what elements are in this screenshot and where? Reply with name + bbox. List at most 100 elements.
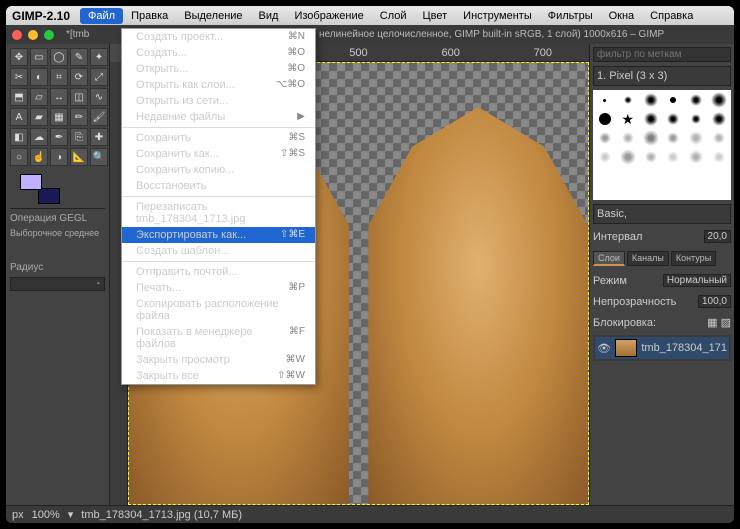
app-name: GIMP-2.10 [12, 9, 70, 23]
visibility-icon[interactable]: 👁 [597, 342, 611, 355]
brush-filter-input[interactable] [593, 47, 731, 62]
tool-bucket[interactable]: ▰ [30, 108, 48, 126]
tool-flip[interactable]: ↔ [50, 88, 68, 106]
menu-item[interactable]: Перезаписать tmb_178304_1713.jpg [122, 199, 315, 227]
menu-layer[interactable]: Слой [372, 8, 415, 24]
menu-image[interactable]: Изображение [286, 8, 371, 24]
fg-bg-colors[interactable] [20, 174, 60, 204]
menu-color[interactable]: Цвет [415, 8, 456, 24]
menu-item[interactable]: Сохранить копию... [122, 162, 315, 178]
tool-foreground[interactable]: ◐ [30, 68, 48, 86]
menu-help[interactable]: Справка [642, 8, 701, 24]
tool-pencil[interactable]: ✏ [70, 108, 88, 126]
menu-view[interactable]: Вид [251, 8, 287, 24]
fg-color[interactable] [20, 174, 42, 190]
radius-slider[interactable]: - [10, 277, 105, 291]
interval-value[interactable]: 20,0 [704, 230, 731, 243]
tab-paths[interactable]: Контуры [671, 251, 716, 266]
layers-list: 👁 tmb_178304_171 [593, 335, 731, 361]
tab-channels[interactable]: Каналы [627, 251, 669, 266]
menu-filters[interactable]: Фильтры [540, 8, 601, 24]
window-title-suffix: 3B 8 бит, нелинейное целочисленное, GIMP… [275, 29, 664, 40]
menu-item[interactable]: Создать...⌘O [122, 45, 315, 61]
menu-item[interactable]: Печать...⌘P [122, 280, 315, 296]
tool-blur[interactable]: ○ [10, 148, 28, 166]
gimp-window: GIMP-2.10 Файл Правка Выделение Вид Изоб… [6, 6, 734, 523]
tool-free-select[interactable]: ✎ [70, 48, 88, 66]
menu-select[interactable]: Выделение [176, 8, 250, 24]
tool-text[interactable]: A [10, 108, 28, 126]
tool-ellipse-select[interactable]: ◯ [50, 48, 68, 66]
tool-scissors[interactable]: ✂ [10, 68, 28, 86]
tool-rect-select[interactable]: ▭ [30, 48, 48, 66]
menu-item[interactable]: Недавние файлы▶ [122, 109, 315, 125]
image-content-right [368, 107, 588, 504]
menu-item[interactable]: Сохранить⌘S [122, 130, 315, 146]
menu-windows[interactable]: Окна [601, 8, 643, 24]
toolbox: ✥ ▭ ◯ ✎ ✦ ✂ ◐ ⌗ ⟳ ⤢ ⬒ ▱ ↔ ◫ ∿ A ▰ ▦ ✏ 🖌 [6, 44, 110, 505]
layer-name: tmb_178304_171 [641, 342, 727, 354]
tool-rotate[interactable]: ⟳ [70, 68, 88, 86]
menu-item[interactable]: Создать шаблон... [122, 243, 315, 259]
tool-eraser[interactable]: ◧ [10, 128, 28, 146]
menu-item[interactable]: Открыть из сети... [122, 93, 315, 109]
radius-label: Радиус [10, 262, 105, 273]
brush-grid[interactable]: ★ [593, 90, 731, 200]
tool-perspective[interactable]: ▱ [30, 88, 48, 106]
status-zoom[interactable]: 100% [32, 509, 60, 521]
tool-gradient[interactable]: ▦ [50, 108, 68, 126]
tool-smudge[interactable]: ☝ [30, 148, 48, 166]
menu-item[interactable]: Скопировать расположение файла [122, 296, 315, 324]
statusbar: px 100% ▾ tmb_178304_1713.jpg (10,7 МБ) [6, 505, 734, 523]
tool-clone[interactable]: ⎘ [70, 128, 88, 146]
window-title-prefix: *[tmb [66, 29, 89, 40]
tool-ink[interactable]: ✒ [50, 128, 68, 146]
lock-icons[interactable]: ▦ ▨ [707, 316, 731, 329]
tool-grid: ✥ ▭ ◯ ✎ ✦ ✂ ◐ ⌗ ⟳ ⤢ ⬒ ▱ ↔ ◫ ∿ A ▰ ▦ ✏ 🖌 [10, 48, 105, 166]
maximize-icon[interactable] [44, 30, 54, 40]
brush-label: 1. Pixel (3 x 3) [593, 66, 731, 86]
tool-move[interactable]: ✥ [10, 48, 28, 66]
minimize-icon[interactable] [28, 30, 38, 40]
menu-item[interactable]: Создать проект...⌘N [122, 29, 315, 45]
tool-options: Операция GEGL Выборочное среднее Радиус … [10, 208, 105, 291]
menu-item[interactable]: Открыть...⌘O [122, 61, 315, 77]
brush-set-label[interactable]: Basic, [593, 204, 731, 224]
tool-brush[interactable]: 🖌 [90, 108, 108, 126]
layer-row[interactable]: 👁 tmb_178304_171 [595, 337, 729, 359]
tool-airbrush[interactable]: ☁ [30, 128, 48, 146]
menu-item[interactable]: Закрыть все⇧⌘W [122, 368, 315, 384]
tool-cage[interactable]: ◫ [70, 88, 88, 106]
close-icon[interactable] [12, 30, 22, 40]
tool-dodge[interactable]: ◑ [50, 148, 68, 166]
tool-zoom[interactable]: 🔍 [90, 148, 108, 166]
tab-layers[interactable]: Слои [593, 251, 625, 266]
menu-item[interactable]: Восстановить [122, 178, 315, 194]
layer-thumbnail [615, 339, 637, 357]
menu-item[interactable]: Открыть как слои...⌥⌘O [122, 77, 315, 93]
menu-item[interactable]: Закрыть просмотр⌘W [122, 352, 315, 368]
tool-scale[interactable]: ⤢ [90, 68, 108, 86]
menu-item[interactable]: Показать в менеджере файлов⌘F [122, 324, 315, 352]
menu-file[interactable]: Файл [80, 8, 123, 24]
tool-shear[interactable]: ⬒ [10, 88, 28, 106]
status-filename: tmb_178304_1713.jpg (10,7 МБ) [81, 509, 242, 521]
main-body: ✥ ▭ ◯ ✎ ✦ ✂ ◐ ⌗ ⟳ ⤢ ⬒ ▱ ↔ ◫ ∿ A ▰ ▦ ✏ 🖌 [6, 44, 734, 505]
tool-warp[interactable]: ∿ [90, 88, 108, 106]
tool-heal[interactable]: ✚ [90, 128, 108, 146]
menu-item[interactable]: Отправить почтой... [122, 264, 315, 280]
opacity-value[interactable]: 100,0 [698, 295, 731, 308]
layer-tabs: Слои Каналы Контуры [593, 251, 731, 266]
tool-crop[interactable]: ⌗ [50, 68, 68, 86]
menu-item[interactable]: Сохранить как...⇧⌘S [122, 146, 315, 162]
menu-edit[interactable]: Правка [123, 8, 176, 24]
file-menu-dropdown: Создать проект...⌘NСоздать...⌘OОткрыть..… [121, 28, 316, 385]
mode-value[interactable]: Нормальный [663, 274, 731, 287]
menu-tools[interactable]: Инструменты [455, 8, 540, 24]
interval-label: Интервал [593, 231, 642, 243]
tool-measure[interactable]: 📐 [70, 148, 88, 166]
status-unit[interactable]: px [12, 509, 24, 521]
bg-color[interactable] [38, 188, 60, 204]
tool-fuzzy-select[interactable]: ✦ [90, 48, 108, 66]
menu-item[interactable]: Экспортировать как...⇧⌘E [122, 227, 315, 243]
